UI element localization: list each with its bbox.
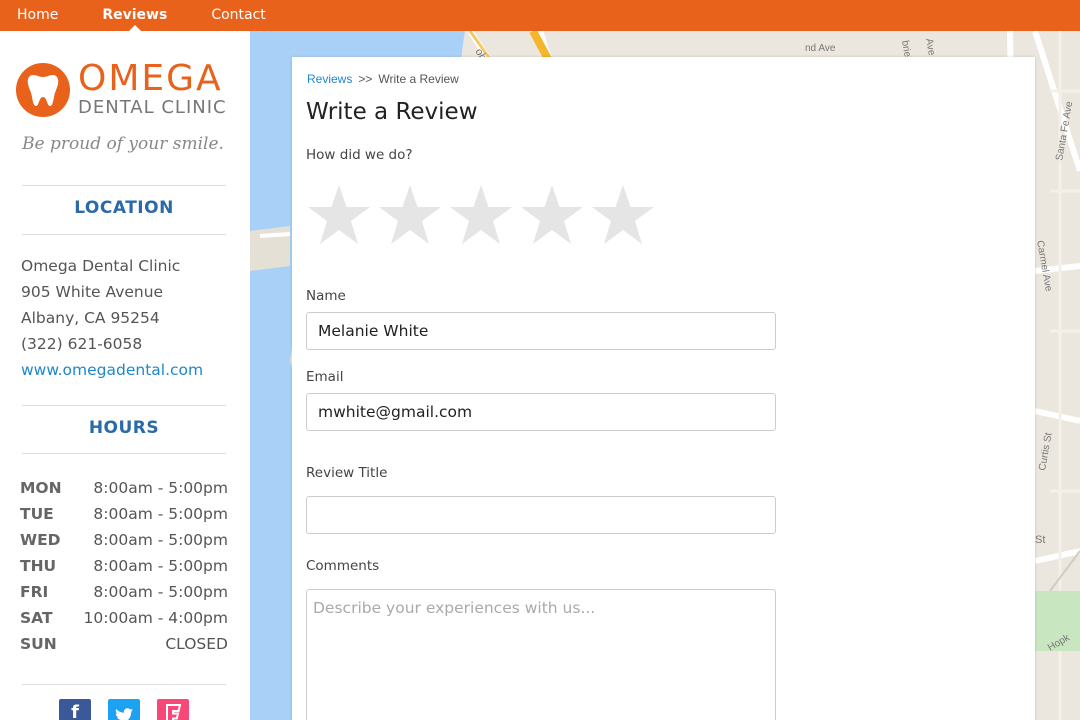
clinic-name: Omega Dental Clinic [21, 257, 181, 275]
star-icon[interactable] [590, 183, 661, 249]
hours-day: FRI [20, 583, 49, 601]
hours-time: 8:00am - 5:00pm [93, 505, 228, 523]
breadcrumb-separator: >> [358, 72, 373, 86]
foursquare-icon[interactable] [157, 699, 189, 720]
logo[interactable]: OMEGA DENTAL CLINIC [16, 59, 236, 119]
address-block: Omega Dental Clinic 905 White Avenue Alb… [21, 253, 203, 383]
rating-label: How did we do? [306, 147, 413, 163]
sidebar: OMEGA DENTAL CLINIC Be proud of your smi… [0, 31, 250, 720]
location-title: LOCATION [74, 198, 174, 218]
name-input[interactable] [306, 312, 776, 350]
breadcrumb-current: Write a Review [378, 72, 459, 86]
hours-row: THU 8:00am - 5:00pm [20, 553, 228, 579]
top-nav: Home Reviews Contact [0, 0, 1080, 31]
nav-contact[interactable]: Contact [211, 0, 265, 31]
hours-table: MON 8:00am - 5:00pm TUE 8:00am - 5:00pm WE… [20, 475, 228, 657]
tagline: Be proud of your smile. [22, 134, 224, 154]
star-icon[interactable] [306, 183, 377, 249]
facebook-glyph: f [71, 702, 79, 720]
review-title-input[interactable] [306, 496, 776, 534]
comments-label: Comments [306, 558, 380, 574]
hours-row: SAT 10:00am - 4:00pm [20, 605, 228, 631]
hours-row: WED 8:00am - 5:00pm [20, 527, 228, 553]
name-label: Name [306, 288, 346, 304]
hours-day: WED [20, 531, 61, 549]
comments-textarea[interactable] [306, 589, 776, 720]
hours-time: 8:00am - 5:00pm [93, 479, 228, 497]
brand-name: OMEGA [78, 58, 223, 99]
review-title-label: Review Title [306, 465, 388, 481]
website-link[interactable]: www.omegadental.com [21, 361, 203, 379]
hours-row: MON 8:00am - 5:00pm [20, 475, 228, 501]
star-rating[interactable] [306, 183, 661, 249]
hours-time: 8:00am - 5:00pm [93, 583, 228, 601]
hours-day: SUN [20, 635, 57, 653]
page-title: Write a Review [306, 99, 478, 125]
twitter-icon[interactable] [108, 699, 140, 720]
divider [22, 234, 226, 235]
nav-home[interactable]: Home [17, 0, 58, 31]
hours-day: SAT [20, 609, 53, 627]
hours-time: 10:00am - 4:00pm [83, 609, 228, 627]
star-icon[interactable] [519, 183, 590, 249]
review-panel: Reviews >> Write a Review Write a Review H… [292, 57, 1035, 720]
svg-text:nd Ave: nd Ave [805, 43, 836, 54]
hours-time: CLOSED [165, 635, 228, 653]
hours-row: FRI 8:00am - 5:00pm [20, 579, 228, 605]
facebook-icon[interactable]: f [59, 699, 91, 720]
tooth-icon [16, 63, 70, 117]
phone-number: (322) 621-6058 [21, 335, 143, 353]
twitter-bird [115, 708, 133, 720]
divider [22, 453, 226, 454]
hours-day: THU [20, 557, 57, 575]
brand-subname: DENTAL CLINIC [78, 97, 227, 118]
hours-row: SUN CLOSED [20, 631, 228, 657]
hours-title: HOURS [88, 418, 160, 438]
breadcrumb: Reviews >> Write a Review [307, 72, 459, 86]
nav-reviews[interactable]: Reviews [102, 0, 167, 31]
foursquare-glyph [166, 704, 182, 720]
divider [22, 405, 226, 406]
breadcrumb-reviews[interactable]: Reviews [307, 72, 352, 86]
hours-time: 8:00am - 5:00pm [93, 557, 228, 575]
email-label: Email [306, 369, 344, 385]
hours-time: 8:00am - 5:00pm [93, 531, 228, 549]
hours-day: MON [20, 479, 62, 497]
hours-day: TUE [20, 505, 54, 523]
city-address: Albany, CA 95254 [21, 309, 160, 327]
street-address: 905 White Avenue [21, 283, 164, 301]
star-icon[interactable] [448, 183, 519, 249]
hours-row: TUE 8:00am - 5:00pm [20, 501, 228, 527]
divider [22, 185, 226, 186]
divider [22, 684, 226, 685]
email-input[interactable] [306, 393, 776, 431]
svg-text:St: St [1035, 534, 1045, 546]
star-icon[interactable] [377, 183, 448, 249]
